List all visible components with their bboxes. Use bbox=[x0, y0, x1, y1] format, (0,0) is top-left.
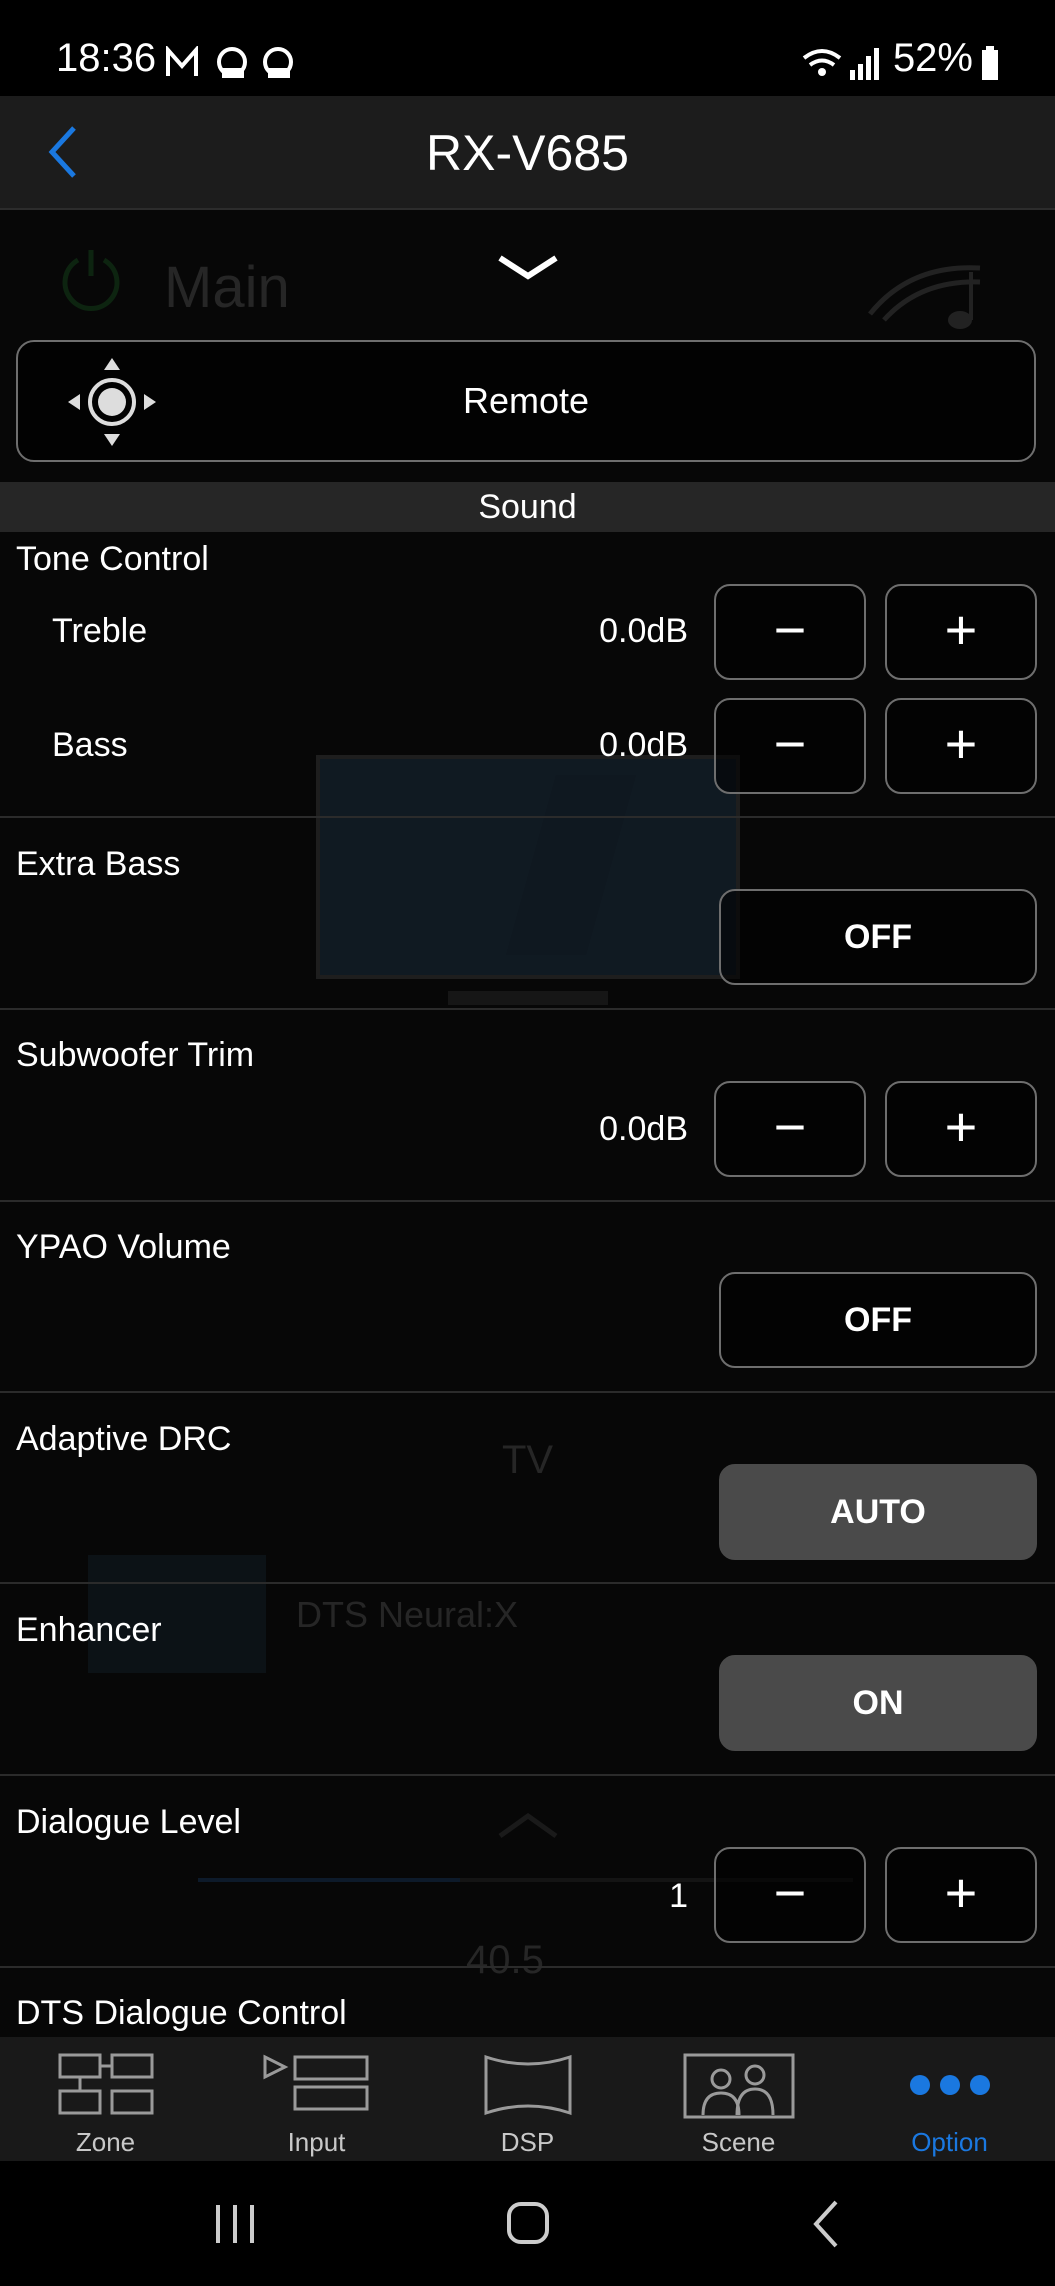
chevron-up-icon bbox=[498, 1812, 558, 1839]
bass-value: 0.0dB bbox=[599, 726, 688, 764]
divider bbox=[0, 1391, 1055, 1393]
dialogue-level-value: 1 bbox=[669, 1877, 688, 1915]
nav-input-label: Input bbox=[287, 2127, 346, 2157]
bass-decrease-button[interactable]: − bbox=[714, 698, 866, 794]
sound-program-name: DTS Neural:X bbox=[296, 1594, 519, 1635]
divider bbox=[0, 1008, 1055, 1010]
status-bar: 18:36 52% bbox=[0, 0, 1055, 96]
home-icon[interactable] bbox=[506, 2201, 550, 2245]
status-time: 18:36 bbox=[56, 36, 157, 80]
sound-section-header: Sound bbox=[0, 482, 1055, 532]
music-cast-icon bbox=[868, 265, 981, 329]
subwoofer-trim-value: 0.0dB bbox=[599, 1110, 688, 1148]
nav-option-label: Option bbox=[911, 2127, 988, 2157]
nav-dsp-label: DSP bbox=[500, 2127, 555, 2157]
ypao-volume-toggle[interactable]: OFF bbox=[719, 1272, 1037, 1368]
remote-label: Remote bbox=[462, 380, 590, 421]
battery-icon bbox=[982, 46, 998, 80]
extra-bass-toggle[interactable]: OFF bbox=[719, 889, 1037, 985]
enhancer-title: Enhancer bbox=[16, 1611, 162, 1649]
bottom-navigation: Zone Input DSP Scene Option bbox=[0, 2037, 1055, 2161]
scene-icon bbox=[683, 2053, 795, 2119]
dialogue-level-increase-button[interactable]: + bbox=[885, 1847, 1037, 1943]
treble-label: Treble bbox=[52, 612, 148, 650]
dsp-icon bbox=[484, 2054, 572, 2116]
nav-zone-label: Zone bbox=[75, 2127, 136, 2157]
nav-scene[interactable]: Scene bbox=[633, 2037, 844, 2161]
notification-icons bbox=[166, 46, 293, 78]
divider bbox=[0, 1966, 1055, 1968]
adaptive-drc-toggle[interactable]: AUTO bbox=[719, 1464, 1037, 1560]
dts-dialogue-control-title: DTS Dialogue Control bbox=[16, 1994, 347, 2032]
battery-percent: 52% bbox=[892, 36, 973, 80]
adaptive-drc-title: Adaptive DRC bbox=[16, 1420, 232, 1458]
treble-value: 0.0dB bbox=[599, 612, 688, 650]
subwoofer-trim-increase-button[interactable]: + bbox=[885, 1081, 1037, 1177]
wifi-signal-icon bbox=[802, 48, 879, 80]
treble-increase-button[interactable]: + bbox=[885, 584, 1037, 680]
ypao-volume-title: YPAO Volume bbox=[16, 1228, 231, 1266]
dialogue-level-title: Dialogue Level bbox=[16, 1803, 241, 1841]
dialogue-level-decrease-button[interactable]: − bbox=[714, 1847, 866, 1943]
system-navigation-bar bbox=[0, 2161, 1055, 2286]
power-icon bbox=[62, 250, 120, 311]
nav-input[interactable]: Input bbox=[211, 2037, 422, 2161]
subwoofer-trim-decrease-button[interactable]: − bbox=[714, 1081, 866, 1177]
volume-level: 40.5 bbox=[466, 1938, 544, 1982]
divider bbox=[0, 1200, 1055, 1202]
input-icon bbox=[263, 2054, 369, 2111]
nav-scene-label: Scene bbox=[701, 2127, 776, 2157]
enhancer-toggle[interactable]: ON bbox=[719, 1655, 1037, 1751]
chevron-down-icon[interactable] bbox=[496, 254, 560, 282]
remote-button[interactable]: Remote bbox=[16, 340, 1036, 462]
divider bbox=[0, 816, 1055, 818]
page-title: RX-V685 bbox=[426, 125, 629, 181]
tv-input-icon bbox=[316, 755, 740, 1005]
treble-decrease-button[interactable]: − bbox=[714, 584, 866, 680]
zone-icon bbox=[58, 2053, 154, 2115]
app-header: RX-V685 bbox=[0, 96, 1055, 210]
more-dots-icon bbox=[910, 2075, 990, 2095]
bass-increase-button[interactable]: + bbox=[885, 698, 1037, 794]
nav-option[interactable]: Option bbox=[844, 2037, 1055, 2161]
zone-name: Main bbox=[164, 255, 290, 320]
subwoofer-trim-title: Subwoofer Trim bbox=[16, 1036, 255, 1074]
extra-bass-title: Extra Bass bbox=[16, 845, 181, 883]
system-back-icon[interactable] bbox=[810, 2199, 840, 2249]
divider bbox=[0, 1582, 1055, 1584]
tone-control-title: Tone Control bbox=[16, 540, 209, 578]
divider bbox=[0, 1774, 1055, 1776]
recent-apps-icon[interactable] bbox=[212, 2203, 258, 2245]
nav-zone[interactable]: Zone bbox=[0, 2037, 211, 2161]
nav-dsp[interactable]: DSP bbox=[422, 2037, 633, 2161]
bass-label: Bass bbox=[52, 726, 128, 764]
